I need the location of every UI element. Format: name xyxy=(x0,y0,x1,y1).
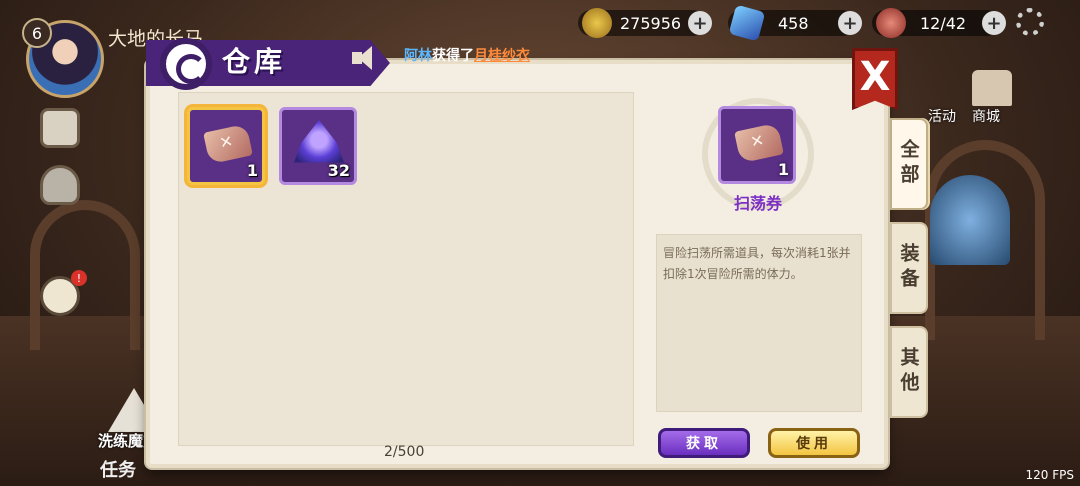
swirl-emblem-icon xyxy=(160,38,212,90)
warehouse-panel: 1 32 2/500 1 扫荡券 冒险扫荡所需道具，每次消耗1张并扣除1次冒险所… xyxy=(146,60,888,468)
level-badge: 6 xyxy=(22,18,52,48)
gem-value: 458 xyxy=(778,13,809,33)
mail-icon[interactable] xyxy=(40,108,80,148)
detail-item-slot: 1 xyxy=(718,106,796,184)
trophy-icon[interactable] xyxy=(40,165,80,205)
close-button[interactable]: X xyxy=(852,48,898,110)
inventory-slot-sweep-ticket[interactable]: 1 xyxy=(187,107,265,185)
scroll-icon xyxy=(203,123,253,165)
panel-title: 仓库 xyxy=(222,45,287,78)
gold-counter: 275956 + xyxy=(578,8,712,38)
tab-equipment[interactable]: 装备 xyxy=(890,222,928,314)
item-count: 32 xyxy=(327,161,350,180)
marquee-item[interactable]: 月桂纱衣 xyxy=(474,48,530,64)
speaker-icon xyxy=(350,44,382,72)
settings-gear-icon[interactable] xyxy=(1016,8,1044,36)
get-button[interactable]: 获取 xyxy=(658,428,750,458)
shop-icon[interactable] xyxy=(972,70,1012,106)
gold-coin-icon xyxy=(582,8,612,38)
detail-item-count: 1 xyxy=(777,160,789,179)
inventory-slot-crystal[interactable]: 32 xyxy=(279,107,357,185)
shop-label[interactable]: 商城 xyxy=(972,106,1000,126)
fps-counter: 120 FPS xyxy=(1025,468,1074,482)
tab-all[interactable]: 全部 xyxy=(890,118,928,210)
marquee-action: 获得了 xyxy=(432,48,474,64)
item-count: 1 xyxy=(246,161,258,180)
capacity-count: 2/500 xyxy=(384,444,425,460)
scroll-icon xyxy=(734,122,784,164)
marquee-player: 阿林 xyxy=(404,48,432,64)
tab-other[interactable]: 其他 xyxy=(890,326,928,418)
item-detail: 1 扫荡券 冒险扫荡所需道具，每次消耗1张并扣除1次冒险所需的体力。 获取 使用 xyxy=(650,92,866,458)
item-description: 冒险扫荡所需道具，每次消耗1张并扣除1次冒险所需的体力。 xyxy=(656,234,862,412)
gold-value: 275956 xyxy=(620,13,682,33)
use-button[interactable]: 使用 xyxy=(768,428,860,458)
add-gem-button[interactable]: + xyxy=(838,11,862,35)
stamina-value: 12/42 xyxy=(920,13,967,33)
add-gold-button[interactable]: + xyxy=(688,11,712,35)
meat-icon xyxy=(876,8,906,38)
window-decoration xyxy=(930,175,1010,265)
task-button[interactable]: 任务 xyxy=(100,456,136,482)
add-stamina-button[interactable]: + xyxy=(982,11,1006,35)
event-label[interactable]: 活动 xyxy=(928,106,956,126)
chat-alert-badge: ! xyxy=(71,270,87,286)
broadcast-marquee: 阿林获得了月桂纱衣 xyxy=(404,45,604,67)
stamina-counter: 12/42 + xyxy=(872,8,1006,38)
inventory-grid: 1 32 xyxy=(178,92,634,446)
detail-item-name: 扫荡券 xyxy=(733,194,782,213)
gem-counter: 458 + xyxy=(728,4,862,42)
